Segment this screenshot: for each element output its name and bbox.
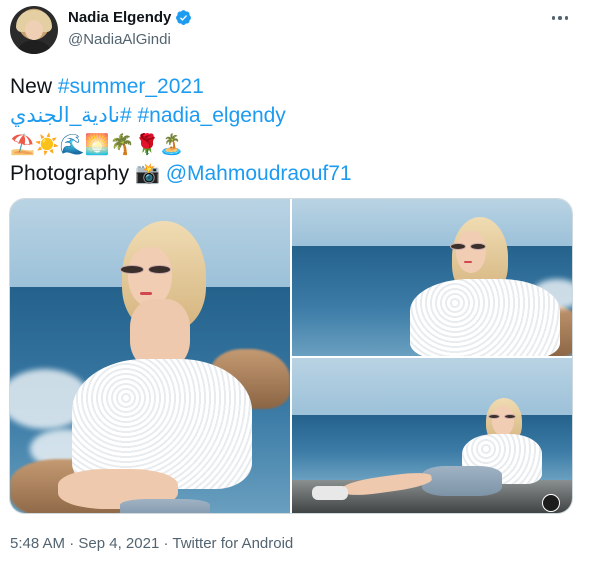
tweet-line-1: New #summer_2021 xyxy=(10,72,580,101)
alt-badge-icon xyxy=(542,494,560,512)
tweet-date: Sep 4, 2021 xyxy=(78,535,160,552)
tweet: Nadia Elgendy @NadiaAlGindi New #summer_… xyxy=(0,0,591,567)
tweet-line-2: #نادية_الجندي #nadia_elgendy xyxy=(10,101,580,130)
separator-2: · xyxy=(163,535,169,552)
avatar[interactable] xyxy=(10,6,58,54)
camera-emoji: 📸 xyxy=(134,161,160,185)
author-display-name[interactable]: Nadia Elgendy xyxy=(68,9,171,26)
separator-1: · xyxy=(69,535,75,552)
tweet-word-new: New xyxy=(10,75,53,98)
photo-1[interactable] xyxy=(10,199,290,513)
tweet-time: 5:48 AM xyxy=(10,535,66,552)
tweet-timestamp[interactable]: 5:48 AM · Sep 4, 2021 · Twitter for Andr… xyxy=(10,535,293,552)
hashtag-summer-2021[interactable]: #summer_2021 xyxy=(58,75,204,98)
tweet-line-4: Photography 📸 @Mahmoudraouf71 xyxy=(10,159,580,188)
media-grid xyxy=(9,198,573,514)
tweet-source[interactable]: Twitter for Android xyxy=(172,535,293,552)
mention-photographer[interactable]: @Mahmoudraouf71 xyxy=(166,162,352,185)
author-handle[interactable]: @NadiaAlGindi xyxy=(68,31,171,48)
hashtag-arabic[interactable]: #نادية_الجندي xyxy=(10,104,132,127)
more-options-icon[interactable] xyxy=(548,8,572,28)
tweet-word-photography: Photography xyxy=(10,162,130,185)
tweet-text: New #summer_2021 #نادية_الجندي #nadia_el… xyxy=(10,72,580,188)
hashtag-nadia-elgendy[interactable]: #nadia_elgendy xyxy=(138,104,286,127)
photo-3[interactable] xyxy=(292,358,572,513)
photo-2[interactable] xyxy=(292,199,572,356)
tweet-emoji-line: ⛱️☀️🌊🌅🌴🌹🏝️ xyxy=(10,132,185,156)
verified-badge-icon xyxy=(176,10,192,25)
author-name-row: Nadia Elgendy xyxy=(68,9,192,26)
